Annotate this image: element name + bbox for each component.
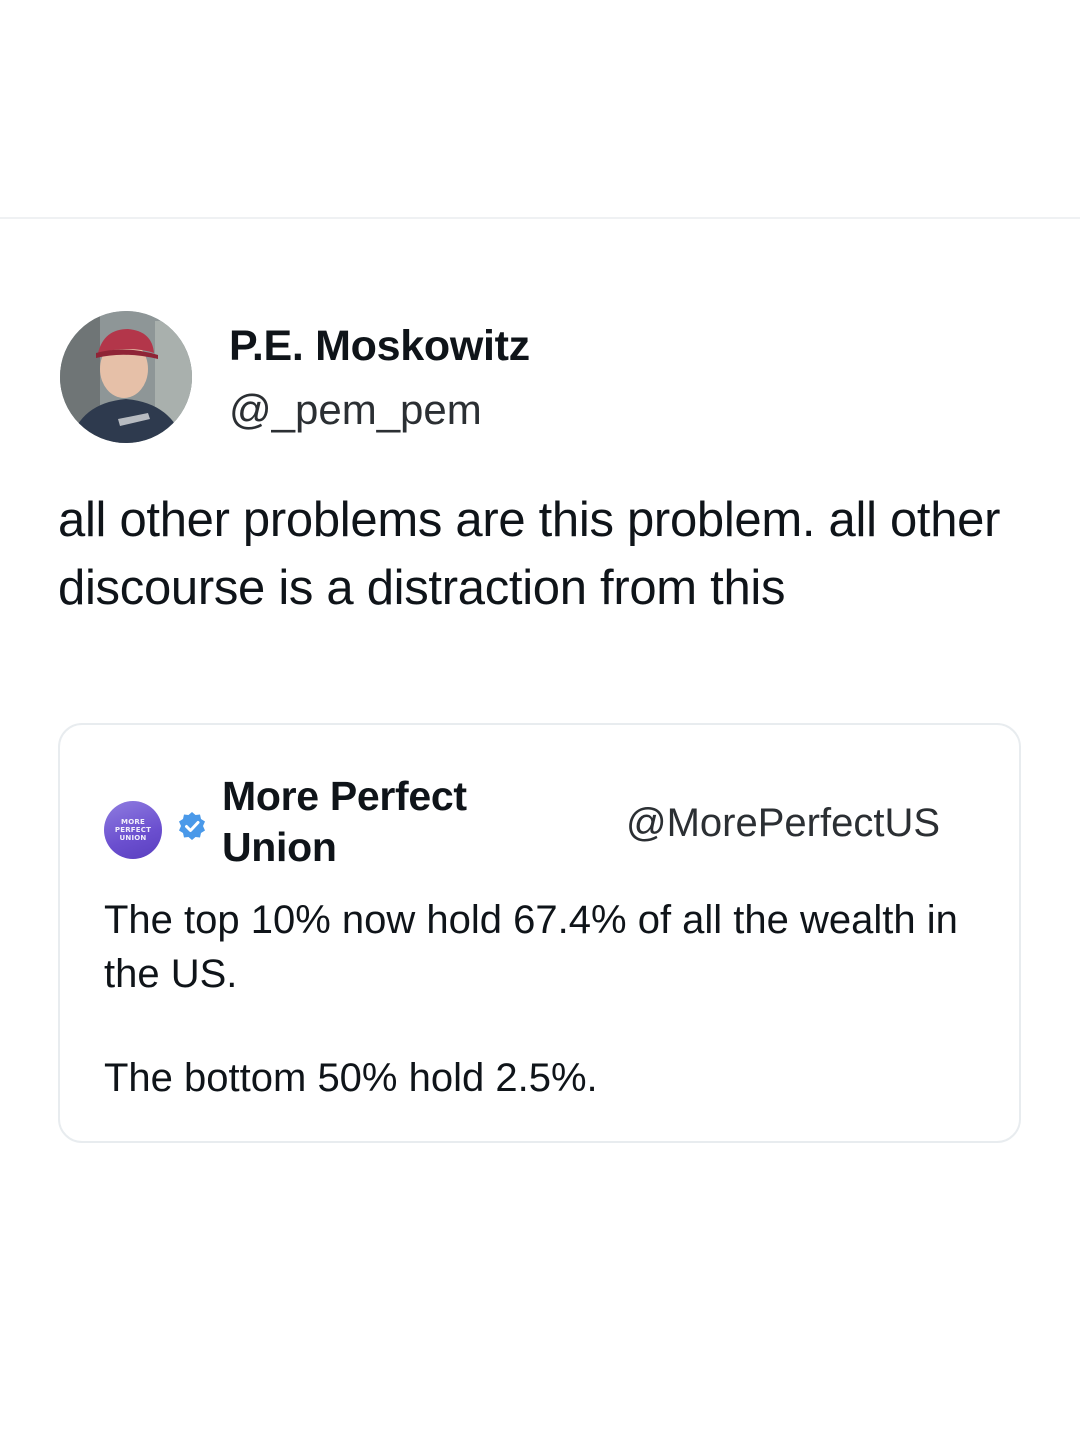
author-handle[interactable]: @_pem_pem (229, 386, 482, 434)
verified-badge-icon (179, 812, 205, 840)
tweet-text: all other problems are this problem. all… (58, 493, 1001, 615)
quoted-author-avatar[interactable]: MORE PERFECT UNION (104, 801, 162, 859)
quoted-author-name[interactable]: More Perfect Union (222, 771, 522, 873)
quoted-tweet-card[interactable]: MORE PERFECT UNION More Perfect Union @M… (58, 723, 1021, 1143)
author-name[interactable]: P.E. Moskowitz (229, 322, 530, 371)
quoted-tweet-text: The top 10% now hold 67.4% of all the we… (104, 898, 958, 996)
author-avatar[interactable] (60, 311, 192, 443)
quoted-tweet-text-2: The bottom 50% hold 2.5%. (104, 1056, 598, 1100)
user-photo-avatar-icon (60, 311, 192, 443)
quoted-author-logo: MORE PERFECT UNION (114, 818, 152, 842)
top-divider (0, 217, 1080, 219)
quoted-author-handle[interactable]: @MorePerfectUS (626, 801, 940, 846)
